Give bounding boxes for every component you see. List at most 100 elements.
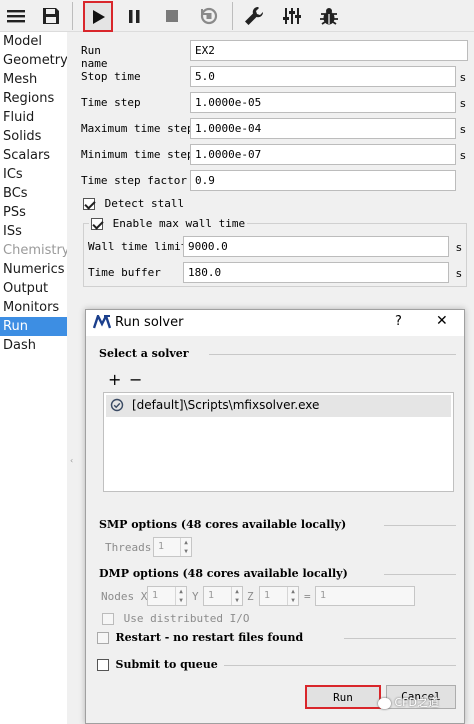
min-time-step-input[interactable]: 1.0000e-07 (190, 144, 456, 165)
sidebar-item-output[interactable]: Output (0, 279, 67, 298)
play-icon[interactable] (83, 1, 113, 32)
dialog-title-bar: Run solver ? ✕ (86, 310, 464, 336)
run-name-input[interactable]: EX2 (190, 40, 468, 61)
max-time-step-input[interactable]: 1.0000e-04 (190, 118, 456, 139)
time-buffer-label: Time buffer (88, 266, 161, 279)
spinbox-arrows-icon: ▲ ▼ (180, 538, 191, 556)
splitter-arrow-icon: ‹ (70, 456, 74, 465)
threads-value: 1 (158, 541, 165, 552)
reset-icon[interactable] (196, 3, 222, 29)
nodes-x-spinbox: 1 ▲ ▼ (147, 586, 187, 606)
detect-stall-label: Detect stall (104, 197, 185, 210)
time-step-factor-label: Time step factor (81, 174, 187, 187)
sidebar-item-fluid[interactable]: Fluid (0, 108, 67, 127)
time-step-factor-input[interactable]: 0.9 (190, 170, 456, 191)
nodes-y-label: Y (192, 590, 199, 603)
bug-icon[interactable] (316, 3, 342, 29)
dmp-options-label: DMP options (48 cores available locally) (99, 567, 348, 580)
max-time-step-label: Maximum time step (81, 122, 194, 135)
sidebar-item-ics[interactable]: ICs (0, 165, 67, 184)
nodes-x-value: 1 (152, 590, 159, 601)
detect-stall-checkbox[interactable] (83, 198, 95, 210)
sidebar-item-run[interactable]: Run (0, 317, 67, 336)
threads-spinbox: 1 ▲ ▼ (153, 537, 192, 557)
nodes-y-spinbox: 1 ▲ ▼ (203, 586, 243, 606)
nodes-total-field: 1 (315, 586, 415, 606)
stop-time-input[interactable]: 5.0 (190, 66, 456, 87)
wall-time-limit-label: Wall time limit (88, 240, 188, 253)
time-step-label: Time step (81, 96, 141, 109)
run-solver-dialog: Run solver ? ✕ Select a solver + − [defa… (85, 309, 465, 724)
distributed-io-checkbox (102, 613, 114, 625)
remove-solver-button[interactable]: − (129, 370, 142, 389)
distributed-io-row: Use distributed I/O (102, 612, 249, 625)
min-time-step-unit: s (460, 149, 466, 162)
mfix-logo-icon (92, 312, 112, 333)
sidebar: Model Geometry Mesh Regions Fluid Solids… (0, 32, 70, 724)
sidebar-item-bcs[interactable]: BCs (0, 184, 67, 203)
run-button[interactable]: Run (305, 685, 381, 709)
sidebar-item-scalars[interactable]: Scalars (0, 146, 67, 165)
smp-options-label: SMP options (48 cores available locally) (99, 518, 347, 531)
splitter-handle[interactable]: ‹ (67, 32, 80, 724)
stop-icon[interactable] (159, 3, 185, 29)
time-step-input[interactable]: 1.0000e-05 (190, 92, 456, 113)
nodes-z-value: 1 (264, 590, 271, 601)
time-step-row: Time step 1.0000e-05 s (80, 92, 474, 114)
stop-time-label: Stop time (81, 70, 141, 83)
solver-path: [default]\Scripts\mfixsolver.exe (132, 398, 320, 412)
sidebar-item-solids[interactable]: Solids (0, 127, 67, 146)
sidebar-item-chemistry: Chemistry (3, 243, 70, 258)
submit-queue-checkbox[interactable] (97, 659, 109, 671)
select-solver-divider (209, 354, 456, 355)
menu-icon[interactable] (3, 3, 29, 29)
restart-divider (344, 638, 456, 639)
add-solver-button[interactable]: + (108, 370, 121, 389)
solver-list[interactable]: [default]\Scripts\mfixsolver.exe (103, 392, 454, 492)
sidebar-item-model[interactable]: Model (0, 32, 67, 51)
restart-checkbox[interactable] (97, 632, 109, 644)
sidebar-item-iss[interactable]: ISs (0, 222, 67, 241)
enable-wall-label: Enable max wall time (112, 217, 246, 230)
select-solver-label: Select a solver (99, 347, 189, 360)
sidebar-item-mesh[interactable]: Mesh (0, 70, 67, 89)
wrench-icon[interactable] (241, 3, 267, 29)
nodes-total-value: 1 (320, 590, 327, 601)
sidebar-item-regions[interactable]: Regions (0, 89, 67, 108)
time-step-factor-row: Time step factor 0.9 (80, 170, 474, 192)
detect-stall-row[interactable]: Detect stall (83, 197, 184, 210)
time-buffer-input[interactable]: 180.0 (183, 262, 449, 283)
watermark: CFD之道 (378, 694, 439, 710)
nodes-z-spinbox: 1 ▲ ▼ (259, 586, 299, 606)
stop-time-row: Stop time 5.0 s (80, 66, 474, 88)
submit-queue-row[interactable]: Submit to queue (97, 658, 218, 671)
restart-row[interactable]: Restart - no restart files found (97, 631, 303, 644)
close-button[interactable]: ✕ (436, 313, 448, 329)
sliders-icon[interactable] (279, 3, 305, 29)
restart-label: Restart - no restart files found (115, 631, 304, 644)
min-time-step-label: Minimum time step (81, 148, 194, 161)
sidebar-item-numerics[interactable]: Numerics (0, 260, 67, 279)
sidebar-item-dash[interactable]: Dash (0, 336, 67, 355)
enable-wall-row[interactable]: Enable max wall time (89, 217, 248, 230)
sidebar-item-monitors[interactable]: Monitors (0, 298, 67, 317)
enable-wall-checkbox[interactable] (91, 218, 103, 230)
watermark-text: CFD之道 (394, 696, 439, 709)
nodes-equals-label: = (304, 590, 311, 603)
sidebar-item-geometry[interactable]: Geometry (0, 51, 68, 70)
wall-time-limit-row: Wall time limit 9000.0 s (80, 236, 474, 258)
threads-label: Threads (105, 541, 152, 554)
wall-time-limit-input[interactable]: 9000.0 (183, 236, 449, 257)
smp-divider (384, 525, 456, 526)
stop-time-unit: s (460, 71, 466, 84)
distributed-io-label: Use distributed I/O (123, 612, 250, 625)
solver-list-item[interactable]: [default]\Scripts\mfixsolver.exe (106, 395, 451, 417)
spinbox-arrows-icon: ▲ ▼ (287, 587, 298, 605)
min-time-step-row: Minimum time step 1.0000e-07 s (80, 144, 474, 166)
wechat-icon (378, 697, 391, 709)
pause-icon[interactable] (121, 3, 147, 29)
sidebar-item-pss[interactable]: PSs (0, 203, 67, 222)
wall-time-limit-unit: s (456, 241, 462, 254)
help-button[interactable]: ? (395, 314, 402, 329)
save-icon[interactable] (38, 3, 64, 29)
